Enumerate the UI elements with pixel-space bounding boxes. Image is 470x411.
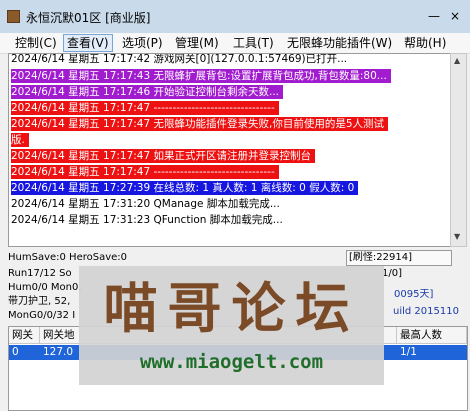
log-line-9: 2024/6/14 星期五 17:31:20 QManage 脚本加载完成... [11,198,280,210]
status-mon: MonG0/0/32 I [8,310,76,321]
log-line-6: 2024/6/14 星期五 17:17:47 如果正式开区请注册并登录控制台 [11,149,316,163]
status-run: Run17/12 So [8,268,72,279]
menu-options[interactable]: 选项(P) [119,35,166,51]
app-icon [7,10,20,23]
column-max-users[interactable]: 最高人数 [397,327,467,344]
menu-bar: 控制(C) 查看(V) 选项(P) 管理(M) 工具(T) 无限蜂功能插件(W)… [0,33,470,54]
status-build: uild 2015110 [393,306,459,317]
column-gateway[interactable]: 网关 [9,327,40,344]
status-hum: Hum0/0 Mon0, [8,282,82,293]
log-line-0: 2024/6/14 星期五 17:17:42 游戏网关[0](127.0.0.1… [11,53,348,65]
log-line-3: 2024/6/14 星期五 17:17:47 -----------------… [11,101,279,115]
column-gateway-address[interactable]: 网关地 [40,327,80,344]
menu-tools[interactable]: 工具(T) [230,35,277,51]
menu-control[interactable]: 控制(C) [12,35,60,51]
cell-address: 127.0 [43,346,74,358]
menu-help[interactable]: 帮助(H) [401,35,449,51]
status-guard: 带刀护卫, 52, [8,296,71,307]
log-line-5: 版. [11,133,29,147]
scroll-down-icon[interactable]: ▼ [454,232,460,241]
minimize-button[interactable]: — [426,9,442,23]
menu-view[interactable]: 查看(V) [63,34,113,52]
log-line-4: 2024/6/14 星期五 17:17:47 无限蜂功能插件登录失败,你目前使用… [11,117,389,131]
log-line-2: 2024/6/14 星期五 17:17:46 开始验证控制台剩余天数... [11,85,284,99]
window-title: 永恒沉默01区 [商业版] [26,11,151,25]
watermark-title: 喵哥论坛 [103,276,360,340]
title-bar: 永恒沉默01区 [商业版] — × [0,0,470,33]
scroll-up-icon[interactable]: ▲ [454,56,460,65]
cell-max-users: 1/1 [400,346,417,358]
status-count: 1/0] [382,268,402,279]
menu-manage[interactable]: 管理(M) [172,35,222,51]
log-line-7: 2024/6/14 星期五 17:17:47 -----------------… [11,165,279,179]
status-save: HumSave:0 HeroSave:0 [8,252,128,263]
close-button[interactable]: × [447,9,463,23]
refresh-counter: [刷怪:22914] [346,250,452,266]
menu-plugin[interactable]: 无限蜂功能插件(W) [284,35,395,51]
status-days: 0095天] [394,289,434,300]
cell-gateway: 0 [12,346,19,358]
log-line-8: 2024/6/14 星期五 17:27:39 在线总数: 1 真人数: 1 离线… [11,181,359,195]
watermark-url: www.miaogelt.com [139,351,324,373]
log-line-10: 2024/6/14 星期五 17:31:23 QFunction 脚本加载完成.… [11,214,283,226]
log-line-1: 2024/6/14 星期五 17:17:43 无限蜂扩展背包:设置扩展背包成功,… [11,69,391,83]
log-scrollbar[interactable]: ▲ ▼ [450,53,467,247]
watermark: 喵哥论坛 www.miaogelt.com [79,266,384,385]
log-panel[interactable]: 2024/6/14 星期五 17:17:42 游戏网关[0](127.0.0.1… [8,53,452,247]
